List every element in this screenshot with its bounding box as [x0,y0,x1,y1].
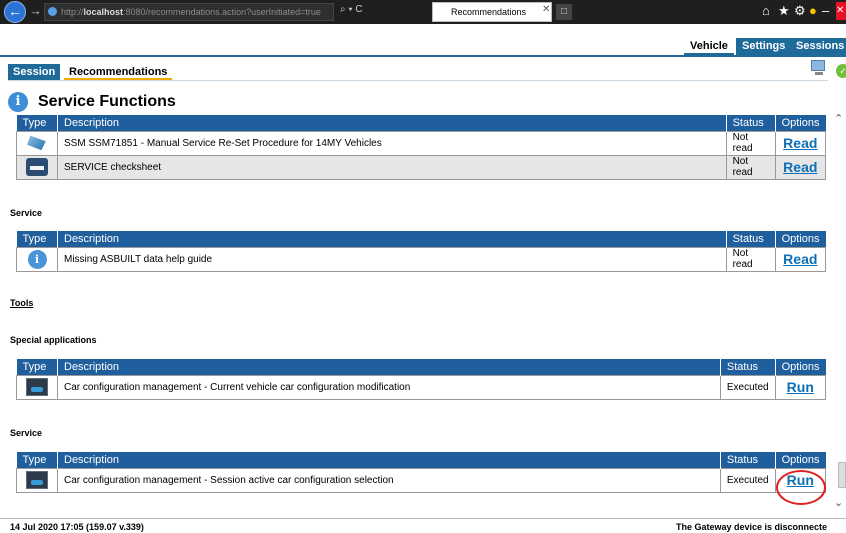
row-description: Car configuration management - Session a… [57,467,721,493]
row-status: Not read [725,130,776,156]
read-link[interactable]: Read [783,251,817,267]
table-header: Type Description Status Options [16,359,826,375]
car-config-icon [26,378,48,396]
table-row: Car configuration management - Current v… [16,374,827,400]
table-row: i Missing ASBUILT data help guide Not re… [16,246,827,272]
feedback-smiley-icon[interactable]: ● [809,3,817,18]
header-description: Description [57,452,721,468]
header-type: Type [16,452,58,468]
tab-title: Recommendations [451,7,527,17]
row-description: Missing ASBUILT data help guide [57,246,727,272]
run-link[interactable]: Run [787,379,814,395]
read-link[interactable]: Read [783,135,817,151]
row-status: Executed [719,374,776,400]
url-path: :8080/recommendations.action?userInitiat… [123,7,321,17]
section-label-special-applications: Special applications [10,335,97,345]
table-header: Type Description Status Options [16,452,826,468]
url-host: localhost [83,7,124,17]
back-button[interactable]: ← [4,1,26,23]
browser-tab[interactable]: Recommendations [432,2,552,22]
tab-close-icon[interactable]: ✕ [542,4,550,15]
header-status: Status [726,115,776,131]
row-status: Not read [725,154,776,180]
footer-connection-status: The Gateway device is disconnecte [676,522,828,532]
service-functions-table: Type Description Status Options SSM SSM7… [16,115,827,180]
scrollbar-thumb[interactable] [838,462,846,488]
minimize-icon[interactable]: – [822,3,829,18]
nav-vehicle[interactable]: Vehicle [684,38,734,55]
header-description: Description [57,359,721,375]
page-title: Service Functions [38,93,176,110]
computer-icon[interactable] [811,60,831,78]
status-ok-icon[interactable]: ✓ [836,64,846,78]
nav-settings[interactable]: Settings [736,38,792,55]
table-row: Car configuration management - Session a… [16,467,827,493]
tab-session[interactable]: Session [8,64,61,80]
car-config-icon [26,471,48,489]
scroll-up-icon[interactable]: ⌃ [834,112,843,125]
table-row: SSM SSM71851 - Manual Service Re-Set Pro… [16,130,827,156]
service-car-config-table: Type Description Status Options Car conf… [16,452,827,493]
home-icon[interactable]: ⌂ [762,3,770,18]
tools-link[interactable]: Tools [10,298,33,308]
nav-divider [0,55,846,57]
header-status: Status [720,452,776,468]
new-tab-button[interactable]: □ [556,4,572,20]
footer-timestamp: 14 Jul 2020 17:05 (159.07 v.339) [10,522,144,532]
header-type: Type [16,115,58,131]
ssm-icon [27,135,46,151]
header-description: Description [57,231,727,247]
service-table: Type Description Status Options i Missin… [16,231,827,272]
header-description: Description [57,115,727,131]
tab-recommendations[interactable]: Recommendations [64,64,173,80]
special-applications-table: Type Description Status Options Car conf… [16,359,827,400]
section-label-service: Service [10,428,43,438]
top-navigation: Vehicle Settings Sessions [0,38,846,55]
row-description: SSM SSM71851 - Manual Service Re-Set Pro… [57,130,727,156]
read-link[interactable]: Read [783,159,817,175]
search-refresh-icon[interactable]: ⌕ ▾ C [340,4,363,15]
header-status: Status [720,359,776,375]
info-icon: i [8,92,28,112]
row-description: SERVICE checksheet [57,154,727,180]
row-description: Car configuration management - Current v… [57,374,721,400]
scroll-down-icon[interactable]: ⌄ [834,496,843,509]
browser-toolbar: ← → http://localhost:8080/recommendation… [0,0,846,24]
sub-tabs-divider [8,80,828,81]
site-icon [48,7,57,16]
url-prefix: http:// [61,7,84,17]
row-status: Executed [719,467,776,493]
run-link[interactable]: Run [787,472,814,488]
header-options: Options [775,359,826,375]
address-bar[interactable]: http://localhost:8080/recommendations.ac… [44,3,334,21]
service-checksheet-icon [26,158,48,176]
header-options: Options [775,452,826,468]
table-row: SERVICE checksheet Not read Read [16,154,827,180]
header-type: Type [16,359,58,375]
header-status: Status [726,231,776,247]
footer-divider [0,518,846,519]
header-options: Options [775,231,826,247]
header-type: Type [16,231,58,247]
row-status: Not read [725,246,776,272]
table-header: Type Description Status Options [16,231,826,247]
section-label-service: Service [10,208,43,218]
favorites-star-icon[interactable]: ★ [778,3,790,19]
info-icon: i [27,249,47,269]
forward-button[interactable]: → [29,3,42,18]
header-options: Options [775,115,826,131]
table-header: Type Description Status Options [16,115,826,131]
window-close-icon[interactable]: ✕ [836,2,846,20]
nav-sessions[interactable]: Sessions [790,38,846,55]
settings-gear-icon[interactable]: ⚙ [794,3,806,19]
